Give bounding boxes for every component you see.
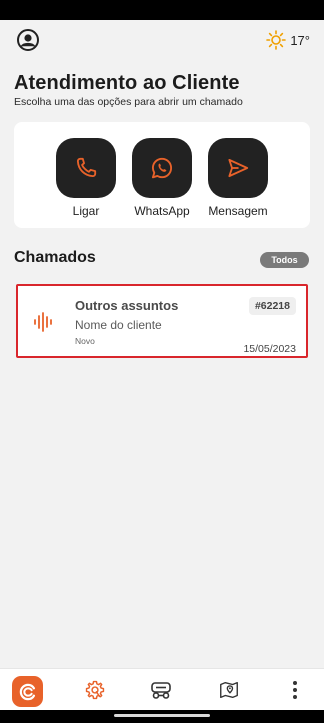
gesture-area bbox=[0, 710, 324, 723]
vehicle-icon bbox=[151, 682, 171, 699]
ticket-subject: Outros assuntos bbox=[75, 298, 179, 313]
ticket-client-name: Nome do cliente bbox=[75, 318, 162, 332]
nav-vehicles[interactable] bbox=[146, 675, 176, 705]
app-bar: 17° bbox=[0, 20, 324, 60]
call-button[interactable]: Ligar bbox=[56, 138, 116, 228]
bottom-navigation bbox=[0, 668, 324, 710]
filter-all-button[interactable]: Todos bbox=[260, 252, 309, 268]
message-button[interactable]: Mensagem bbox=[208, 138, 268, 228]
call-label: Ligar bbox=[72, 204, 100, 218]
weather-widget: 17° bbox=[266, 30, 310, 50]
ticket-date: 15/05/2023 bbox=[243, 343, 296, 355]
whatsapp-label: WhatsApp bbox=[134, 204, 190, 218]
map-pin-icon bbox=[220, 681, 238, 699]
ticket-status: Novo bbox=[75, 336, 95, 346]
home-indicator[interactable] bbox=[114, 714, 210, 717]
tickets-section-title: Chamados bbox=[14, 249, 96, 266]
ticket-id-badge: #62218 bbox=[248, 297, 296, 315]
message-button-circle[interactable] bbox=[208, 138, 268, 198]
message-label: Mensagem bbox=[208, 204, 268, 218]
send-icon bbox=[228, 158, 249, 178]
status-bar bbox=[0, 0, 324, 20]
page-subtitle: Escolha uma das opções para abrir um cha… bbox=[14, 96, 243, 108]
whatsapp-button-circle[interactable] bbox=[132, 138, 192, 198]
sun-icon bbox=[266, 30, 287, 50]
nav-home[interactable] bbox=[12, 676, 43, 707]
call-button-circle[interactable] bbox=[56, 138, 116, 198]
nav-map[interactable] bbox=[214, 675, 244, 705]
contact-options-card: Ligar WhatsApp Mensagem bbox=[14, 122, 310, 228]
temperature-label: 17° bbox=[290, 32, 310, 48]
ticket-card[interactable]: Outros assuntos #62218 Nome do cliente N… bbox=[16, 284, 308, 358]
nav-more[interactable] bbox=[280, 675, 310, 705]
phone-icon bbox=[76, 157, 97, 178]
settings-gear-icon bbox=[85, 680, 105, 700]
whatsapp-button[interactable]: WhatsApp bbox=[132, 138, 192, 228]
more-vertical-icon bbox=[293, 681, 297, 699]
user-avatar-icon bbox=[17, 29, 39, 51]
whatsapp-icon bbox=[151, 157, 173, 179]
audio-waveform-icon bbox=[34, 312, 52, 332]
page-title: Atendimento ao Cliente bbox=[14, 72, 240, 94]
nav-settings[interactable] bbox=[80, 675, 110, 705]
profile-button[interactable] bbox=[16, 28, 40, 52]
app-logo-icon bbox=[19, 683, 35, 700]
